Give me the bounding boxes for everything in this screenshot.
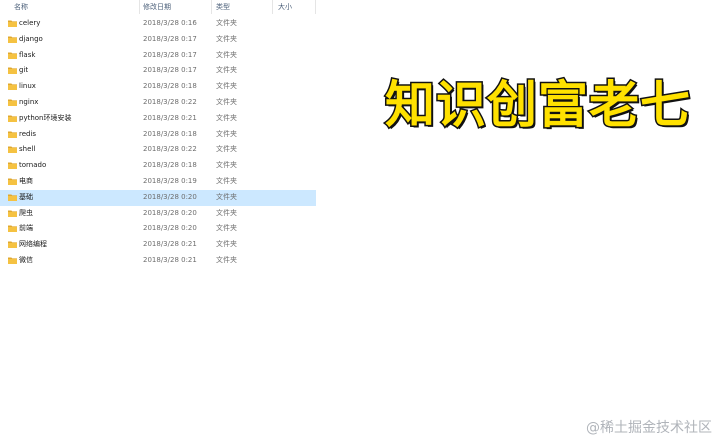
folder-icon — [8, 99, 17, 106]
file-type: 文件夹 — [216, 50, 237, 59]
folder-icon — [8, 131, 17, 138]
folder-icon — [8, 225, 17, 233]
folder-icon — [8, 194, 17, 201]
overlay-title: 知识创富老七 — [384, 75, 692, 136]
folder-icon — [8, 52, 17, 59]
folder-icon — [8, 20, 17, 27]
file-modified-date: 2018/3/28 0:17 — [143, 34, 197, 43]
file-row[interactable]: redis 2018/3/28 0:18 文件夹 — [0, 127, 316, 143]
file-name: flask — [19, 50, 36, 59]
file-type: 文件夹 — [216, 208, 237, 217]
file-modified-date: 2018/3/28 0:22 — [143, 145, 197, 154]
file-row[interactable]: 基础 2018/3/28 0:20 文件夹 — [0, 189, 316, 206]
file-name: 网络编程 — [19, 240, 47, 249]
file-modified-date: 2018/3/28 0:21 — [143, 255, 197, 264]
file-row[interactable]: python环境安装 2018/3/28 0:21 文件夹 — [0, 111, 316, 127]
file-row[interactable]: 爬虫 2018/3/28 0:20 文件夹 — [0, 206, 316, 222]
file-type: 文件夹 — [216, 113, 237, 122]
file-modified-date: 2018/3/28 0:20 — [143, 224, 197, 233]
file-name: shell — [19, 145, 36, 154]
file-modified-date: 2018/3/28 0:17 — [143, 66, 197, 75]
folder-icon — [8, 67, 17, 75]
file-name: tornado — [19, 161, 47, 170]
file-name: 微信 — [19, 255, 33, 264]
file-name: django — [19, 34, 43, 43]
file-modified-date: 2018/3/28 0:19 — [143, 176, 197, 185]
file-modified-date: 2018/3/28 0:21 — [143, 240, 197, 249]
folder-icon — [8, 241, 17, 249]
folder-icon — [8, 146, 17, 154]
file-name: linux — [19, 82, 36, 91]
file-row[interactable]: nginx 2018/3/28 0:22 文件夹 — [0, 95, 316, 111]
file-type: 文件夹 — [216, 255, 237, 264]
file-row[interactable]: 电商 2018/3/28 0:19 文件夹 — [0, 174, 316, 190]
folder-icon — [8, 36, 17, 43]
folder-icon — [8, 115, 17, 122]
file-name: git — [19, 66, 29, 75]
file-type: 文件夹 — [216, 161, 237, 170]
folder-icon — [8, 83, 17, 91]
file-type: 文件夹 — [216, 176, 237, 185]
file-type: 文件夹 — [216, 34, 237, 43]
folder-icon — [8, 210, 17, 217]
column-divider[interactable] — [139, 0, 140, 14]
file-name: python环境安装 — [19, 113, 72, 122]
file-row[interactable]: shell 2018/3/28 0:22 文件夹 — [0, 142, 316, 158]
file-modified-date: 2018/3/28 0:18 — [143, 129, 197, 138]
file-type: 文件夹 — [216, 19, 237, 27]
file-name: 前端 — [19, 224, 33, 233]
site-watermark: @稀土掘金技术社区 — [586, 420, 712, 436]
folder-icon — [8, 162, 17, 170]
file-modified-date: 2018/3/28 0:16 — [143, 19, 197, 27]
file-row[interactable]: 微信 2018/3/28 0:21 文件夹 — [0, 253, 316, 269]
file-name: redis — [19, 129, 37, 138]
column-header-name[interactable]: 名称 — [14, 2, 28, 13]
file-type: 文件夹 — [216, 224, 237, 233]
file-modified-date: 2018/3/28 0:22 — [143, 97, 197, 106]
file-row[interactable]: 网络编程 2018/3/28 0:21 文件夹 — [0, 237, 316, 253]
folder-icon — [8, 178, 17, 185]
file-type: 文件夹 — [216, 82, 237, 91]
file-row[interactable]: git 2018/3/28 0:17 文件夹 — [0, 63, 316, 79]
file-rows: celery 2018/3/28 0:16 文件夹 django 2018/3/28 0… — [0, 16, 316, 269]
file-name: 爬虫 — [19, 208, 33, 217]
column-header-bar: 名称 修改日期 类型 大小 — [0, 0, 316, 14]
file-modified-date: 2018/3/28 0:21 — [143, 113, 197, 122]
column-divider[interactable] — [272, 0, 273, 14]
file-row[interactable]: tornado 2018/3/28 0:18 文件夹 — [0, 158, 316, 174]
screen: 名称 修改日期 类型 大小 celery 2018/3/28 0:16 文件夹 dja… — [0, 0, 720, 443]
column-divider[interactable] — [315, 0, 316, 14]
file-modified-date: 2018/3/28 0:18 — [143, 161, 197, 170]
file-modified-date: 2018/3/28 0:18 — [143, 82, 197, 91]
file-list-view: 名称 修改日期 类型 大小 celery 2018/3/28 0:16 文件夹 dja… — [0, 0, 316, 270]
column-header-type[interactable]: 类型 — [216, 2, 230, 13]
column-divider[interactable] — [211, 0, 212, 14]
file-modified-date: 2018/3/28 0:20 — [143, 208, 197, 217]
column-header-modified[interactable]: 修改日期 — [143, 2, 171, 13]
file-modified-date: 2018/3/28 0:17 — [143, 50, 197, 59]
file-type: 文件夹 — [216, 192, 237, 201]
file-name: nginx — [19, 97, 39, 106]
file-name: 电商 — [19, 176, 33, 185]
file-type: 文件夹 — [216, 129, 237, 138]
file-row[interactable]: django 2018/3/28 0:17 文件夹 — [0, 32, 316, 48]
file-name: celery — [19, 19, 41, 27]
file-name: 基础 — [19, 192, 33, 201]
folder-icon — [8, 257, 17, 264]
file-type: 文件夹 — [216, 97, 237, 106]
file-type: 文件夹 — [216, 240, 237, 249]
file-modified-date: 2018/3/28 0:20 — [143, 192, 197, 201]
file-row[interactable]: celery 2018/3/28 0:16 文件夹 — [0, 16, 316, 32]
file-row[interactable]: 前端 2018/3/28 0:20 文件夹 — [0, 221, 316, 237]
column-header-size[interactable]: 大小 — [278, 2, 292, 13]
file-type: 文件夹 — [216, 145, 237, 154]
file-type: 文件夹 — [216, 66, 237, 75]
file-row[interactable]: flask 2018/3/28 0:17 文件夹 — [0, 48, 316, 64]
file-row[interactable]: linux 2018/3/28 0:18 文件夹 — [0, 79, 316, 95]
